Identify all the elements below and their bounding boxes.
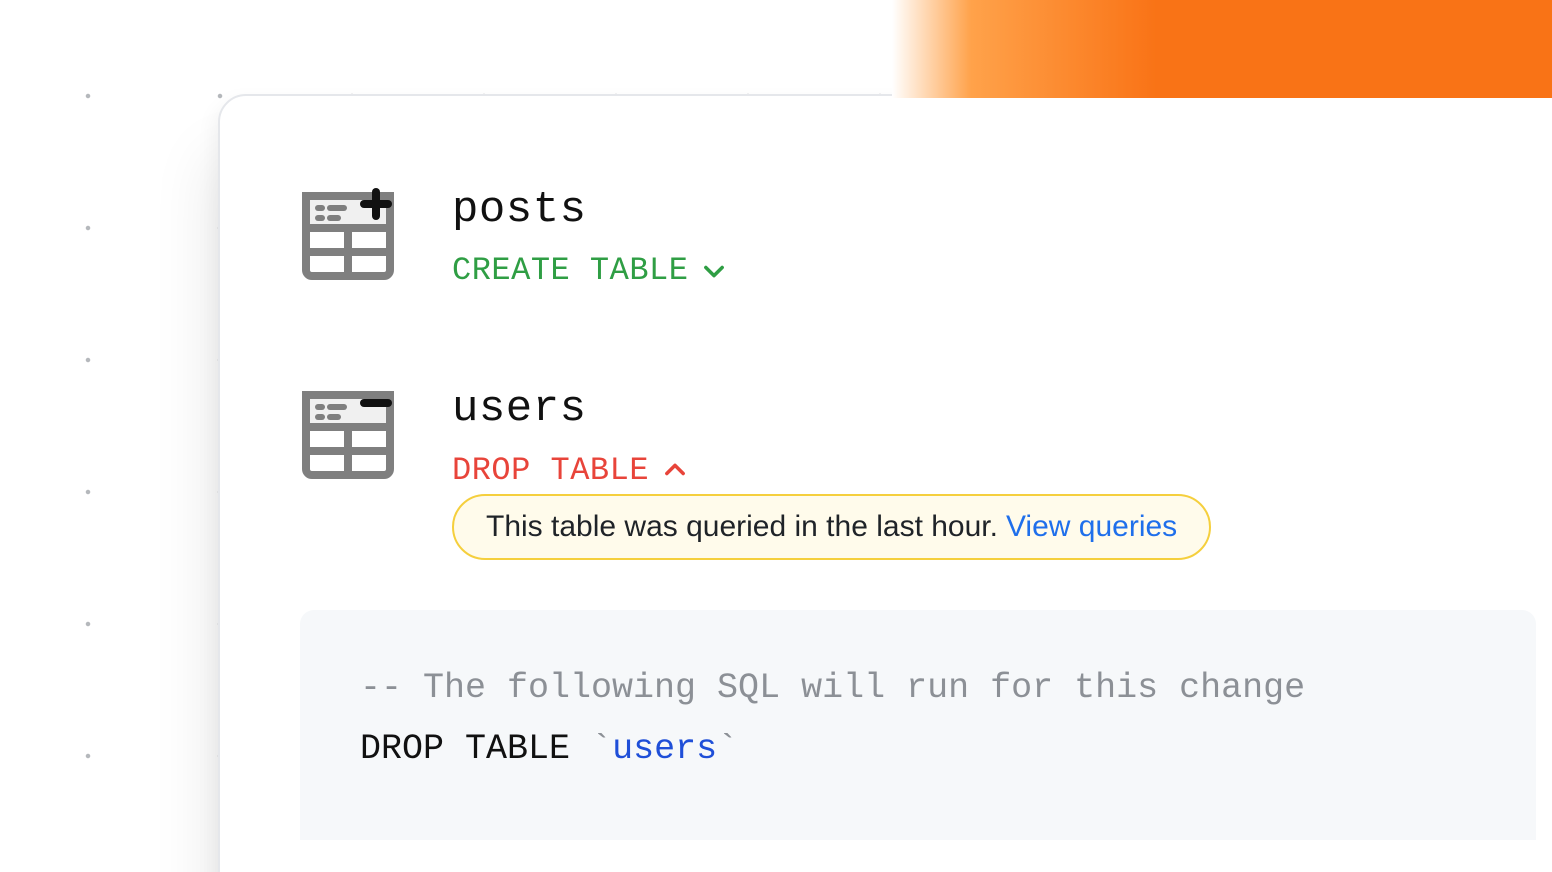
- create-table-toggle[interactable]: CREATE TABLE: [452, 252, 1536, 289]
- drop-table-toggle[interactable]: DROP TABLE: [452, 452, 1536, 489]
- sql-keyword: DROP TABLE: [360, 729, 570, 769]
- sql-identifier: users: [612, 729, 717, 769]
- sql-backtick: `: [591, 729, 612, 769]
- warning-text: This table was queried in the last hour.: [486, 510, 998, 544]
- action-label: CREATE TABLE: [452, 252, 688, 289]
- orange-banner: [892, 0, 1552, 98]
- migration-item-users: users DROP TABLE: [300, 385, 1536, 488]
- table-remove-icon: [300, 385, 396, 483]
- chevron-up-icon: [661, 456, 689, 484]
- sql-comment: -- The following SQL will run for this c…: [360, 668, 1305, 708]
- recent-query-warning: This table was queried in the last hour.…: [452, 494, 1211, 560]
- sql-backtick: `: [717, 729, 738, 769]
- action-label: DROP TABLE: [452, 452, 649, 489]
- migration-item-posts: posts CREATE TABLE: [300, 186, 1536, 289]
- sql-preview-block: -- The following SQL will run for this c…: [300, 610, 1536, 841]
- table-name-label: posts: [452, 186, 1536, 234]
- migration-panel: posts CREATE TABLE: [218, 94, 1552, 872]
- table-add-icon: [300, 186, 396, 284]
- chevron-down-icon: [700, 257, 728, 285]
- table-name-label: users: [452, 385, 1536, 433]
- view-queries-link[interactable]: View queries: [1006, 510, 1177, 544]
